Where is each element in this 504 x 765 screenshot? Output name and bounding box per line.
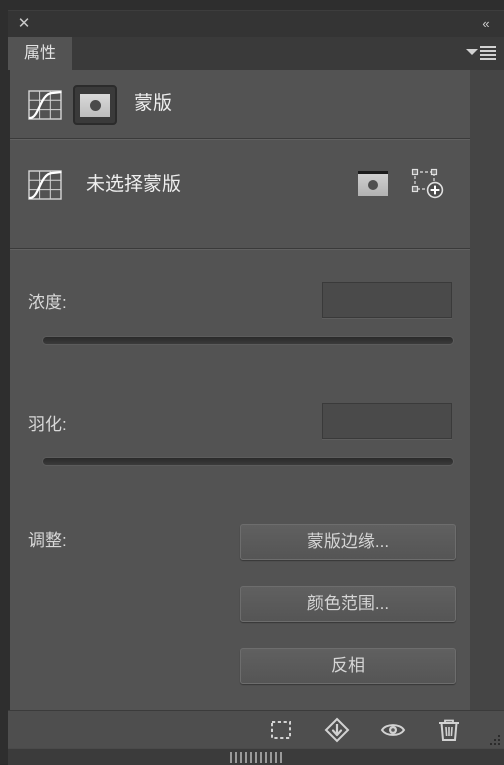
mask-status-row: 未选择蒙版	[10, 140, 470, 248]
density-slider[interactable]	[42, 336, 454, 345]
mask-edge-button[interactable]: 蒙版边缘...	[240, 524, 456, 560]
panel-tabstrip: 属性	[8, 37, 504, 71]
panel-titlebar: ✕ «	[8, 10, 504, 38]
panel-footer	[8, 710, 504, 749]
mask-kind-row: 蒙版	[10, 70, 470, 138]
panel-body: 蒙版 未选择蒙版 浓度: 羽化: 调整: 蒙版边缘... 颜色范围... 反相	[8, 70, 504, 710]
toggle-mask-visibility-icon[interactable]	[380, 717, 406, 743]
pixel-mask-icon	[80, 93, 110, 117]
properties-panel-window: ✕ « 属性 蒙版 未选择蒙版 浓度: 羽化: 调整: 蒙版边缘... 颜色范围…	[0, 0, 504, 765]
panel-menu-icon[interactable]	[466, 45, 496, 62]
mask-status-label: 未选择蒙版	[86, 174, 182, 195]
curves-adjustment-icon	[28, 90, 62, 120]
invert-button[interactable]: 反相	[240, 648, 456, 684]
add-vector-mask-icon[interactable]	[410, 168, 444, 200]
divider-2	[10, 248, 470, 250]
load-selection-icon[interactable]	[268, 717, 294, 743]
tab-properties[interactable]: 属性	[8, 37, 73, 70]
add-pixel-mask-icon[interactable]	[358, 171, 388, 196]
panel-resize-bar[interactable]	[8, 748, 504, 765]
density-input[interactable]	[322, 282, 452, 318]
mask-add-buttons	[348, 168, 458, 202]
curves-adjustment-icon	[28, 170, 62, 200]
feather-slider[interactable]	[42, 457, 454, 466]
panel-right-gutter	[470, 70, 504, 710]
footer-icon-group	[268, 711, 462, 749]
density-label: 浓度:	[28, 293, 67, 312]
page-title: 蒙版	[134, 93, 173, 114]
collapse-to-icons-icon[interactable]: «	[476, 16, 494, 32]
apply-mask-icon[interactable]	[324, 717, 350, 743]
resize-grip-icon[interactable]	[230, 752, 282, 763]
feather-input[interactable]	[322, 403, 452, 439]
color-range-button[interactable]: 颜色范围...	[240, 586, 456, 622]
close-icon[interactable]: ✕	[16, 16, 32, 32]
adjust-label: 调整:	[28, 531, 67, 550]
pixel-mask-thumbnail-button[interactable]	[73, 85, 117, 125]
chevron-down-icon	[466, 49, 478, 55]
delete-mask-icon[interactable]	[436, 717, 462, 743]
feather-label: 羽化:	[28, 415, 67, 434]
hamburger-icon	[480, 46, 496, 61]
resize-corner-icon[interactable]	[484, 731, 502, 747]
